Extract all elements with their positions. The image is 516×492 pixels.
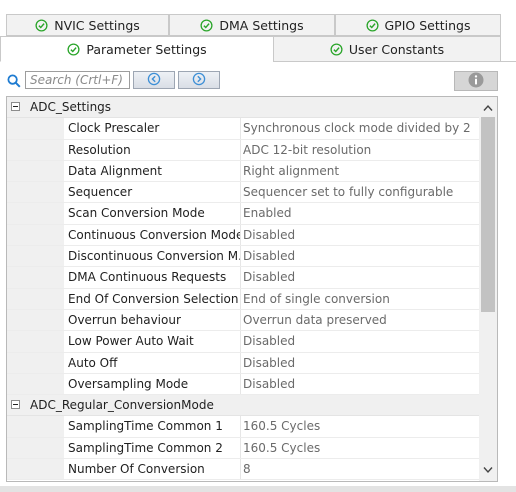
- group-header-adc-regular-conversion-mode[interactable]: ADC_Regular_ConversionMode: [7, 395, 479, 417]
- property-value[interactable]: Disabled: [243, 267, 477, 288]
- property-name: End Of Conversion Selection: [68, 291, 239, 306]
- chevron-right-circle-icon: [192, 72, 206, 89]
- collapse-toggle-icon[interactable]: [11, 400, 20, 410]
- property-name: Low Power Auto Wait: [68, 334, 194, 349]
- tab-gpio-settings[interactable]: GPIO Settings: [335, 14, 501, 36]
- property-row[interactable]: Auto Off Disabled: [7, 352, 479, 374]
- property-name: Resolution: [68, 142, 131, 157]
- property-value[interactable]: Disabled: [243, 225, 477, 246]
- property-value[interactable]: Disabled: [243, 331, 477, 352]
- check-circle-icon: [200, 18, 213, 32]
- property-value[interactable]: 8: [243, 459, 477, 480]
- property-row[interactable]: End Of Conversion Selection End of singl…: [7, 288, 479, 310]
- tab-label: DMA Settings: [219, 17, 304, 33]
- scroll-up-button[interactable]: [479, 99, 497, 117]
- search-icon[interactable]: [7, 74, 21, 88]
- property-name: Number Of Conversion: [68, 462, 205, 477]
- chevron-down-icon: [483, 463, 493, 477]
- property-name: SamplingTime Common 2: [68, 440, 223, 455]
- property-row[interactable]: Sequencer Sequencer set to fully configu…: [7, 182, 479, 204]
- property-row[interactable]: SamplingTime Common 2 160.5 Cycles: [7, 437, 479, 460]
- property-row[interactable]: Clock Prescaler Synchronous clock mode d…: [7, 118, 479, 140]
- property-value[interactable]: Enabled: [243, 203, 477, 224]
- search-toolbar: [0, 66, 516, 96]
- tab-label: Parameter Settings: [86, 41, 207, 57]
- property-row[interactable]: SamplingTime Common 1 160.5 Cycles: [7, 416, 479, 438]
- property-name: Sequencer: [68, 185, 133, 200]
- chevron-up-icon: [483, 101, 493, 115]
- property-name: Scan Conversion Mode: [68, 206, 205, 221]
- tab-label: GPIO Settings: [384, 17, 471, 33]
- tab-parameter-settings[interactable]: Parameter Settings: [0, 36, 274, 62]
- property-name: Auto Off: [68, 355, 118, 370]
- property-value[interactable]: Disabled: [243, 374, 477, 395]
- property-row[interactable]: Discontinuous Conversion M... Disabled: [7, 246, 479, 268]
- collapse-toggle-icon[interactable]: [11, 102, 20, 111]
- check-circle-icon: [67, 42, 80, 56]
- tab-dma-settings[interactable]: DMA Settings: [169, 14, 335, 36]
- check-circle-icon: [365, 18, 379, 32]
- property-row[interactable]: Continuous Conversion Mode Disabled: [7, 224, 479, 247]
- tab-nvic-settings[interactable]: NVIC Settings: [6, 14, 169, 36]
- vertical-scrollbar[interactable]: [479, 97, 497, 481]
- tab-label: User Constants: [348, 41, 445, 57]
- info-button[interactable]: [454, 71, 498, 91]
- property-row[interactable]: DMA Continuous Requests Disabled: [7, 267, 479, 289]
- property-value[interactable]: Overrun data preserved: [243, 310, 477, 331]
- group-header-adc-settings[interactable]: ADC_Settings: [7, 97, 479, 119]
- property-value[interactable]: Disabled: [243, 246, 477, 267]
- property-name: DMA Continuous Requests: [68, 270, 227, 285]
- property-value[interactable]: 160.5 Cycles: [243, 438, 477, 459]
- property-row[interactable]: Low Power Auto Wait Disabled: [7, 331, 479, 353]
- property-row[interactable]: Oversampling Mode Disabled: [7, 373, 479, 396]
- property-row[interactable]: Data Alignment Right alignment: [7, 160, 479, 183]
- parameter-grid: ADC_Settings Clock Prescaler Synchronous…: [6, 96, 498, 482]
- property-value[interactable]: 160.5 Cycles: [243, 416, 477, 437]
- property-row[interactable]: Number Of Conversion 8: [7, 459, 479, 481]
- property-row[interactable]: Scan Conversion Mode Enabled: [7, 203, 479, 225]
- property-value[interactable]: Disabled: [243, 353, 477, 374]
- scrollbar-thumb[interactable]: [481, 117, 495, 312]
- property-row[interactable]: Resolution ADC 12-bit resolution: [7, 139, 479, 161]
- group-label: ADC_Settings: [30, 100, 112, 114]
- search-input[interactable]: [25, 71, 130, 89]
- property-name: Clock Prescaler: [68, 121, 160, 136]
- chevron-left-circle-icon: [147, 72, 161, 89]
- previous-match-button[interactable]: [133, 71, 175, 89]
- property-name: SamplingTime Common 1: [68, 419, 223, 434]
- grid-rows: ADC_Settings Clock Prescaler Synchronous…: [7, 97, 479, 481]
- scroll-down-button[interactable]: [479, 461, 497, 479]
- property-value[interactable]: Sequencer set to fully configurable: [243, 182, 477, 203]
- property-value[interactable]: End of single conversion: [243, 289, 477, 310]
- next-match-button[interactable]: [178, 71, 220, 89]
- property-name: Continuous Conversion Mode: [68, 227, 240, 242]
- property-name: Data Alignment: [68, 163, 162, 178]
- check-circle-icon: [330, 42, 343, 56]
- tab-label: NVIC Settings: [54, 17, 140, 33]
- property-row[interactable]: Overrun behaviour Overrun data preserved: [7, 309, 479, 332]
- property-value[interactable]: Synchronous clock mode divided by 2: [243, 118, 477, 139]
- property-name: Oversampling Mode: [68, 376, 189, 391]
- info-icon: [468, 72, 484, 91]
- property-value[interactable]: Right alignment: [243, 161, 477, 182]
- property-name: Overrun behaviour: [68, 312, 181, 327]
- check-circle-icon: [35, 18, 48, 32]
- property-name: Discontinuous Conversion M...: [68, 249, 240, 264]
- tab-user-constants[interactable]: User Constants: [273, 36, 501, 62]
- property-value[interactable]: ADC 12-bit resolution: [243, 140, 477, 161]
- window-bottom-edge: [0, 486, 516, 492]
- group-label: ADC_Regular_ConversionMode: [30, 398, 214, 413]
